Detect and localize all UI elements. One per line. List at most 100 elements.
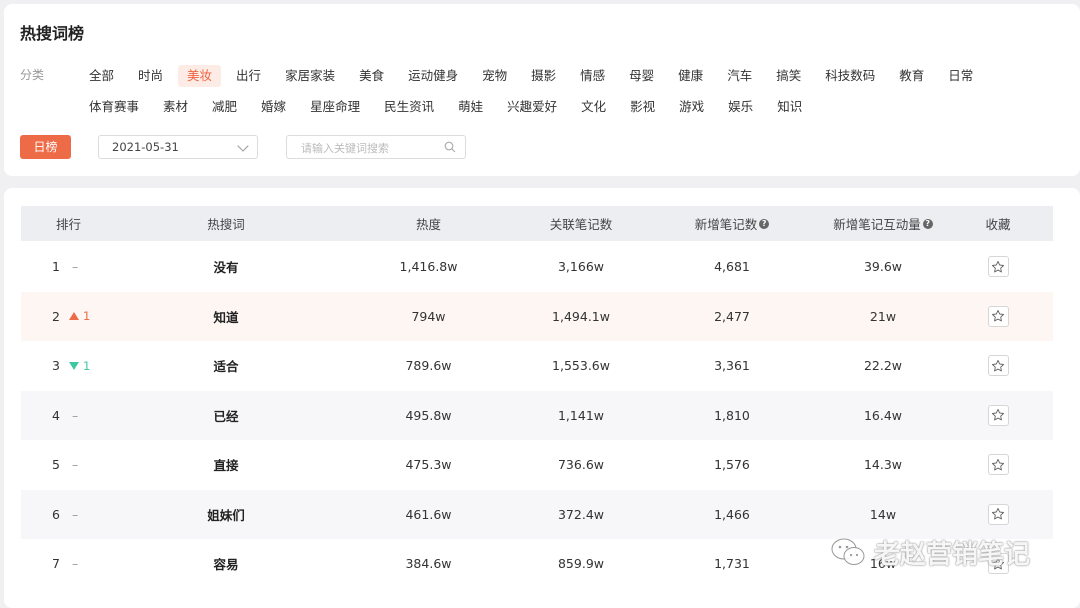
category-item[interactable]: 兴趣爱好 — [498, 96, 566, 118]
keyword-cell[interactable]: 容易 — [116, 554, 336, 573]
rank-cell: 31 — [21, 358, 116, 373]
rank-number: 4 — [52, 407, 60, 423]
rank-number: 7 — [52, 556, 60, 572]
category-item[interactable]: 宠物 — [473, 65, 516, 87]
category-item[interactable]: 科技数码 — [816, 65, 884, 87]
keyword-cell[interactable]: 知道 — [116, 307, 336, 326]
category-item[interactable]: 情感 — [571, 65, 614, 87]
category-item[interactable]: 汽车 — [718, 65, 761, 87]
keyword-cell[interactable]: 直接 — [116, 455, 336, 474]
star-icon — [991, 458, 1005, 471]
new-notes-cell: 3,361 — [714, 358, 750, 374]
category-item[interactable]: 健康 — [669, 65, 712, 87]
category-item[interactable]: 出行 — [227, 65, 270, 87]
category-item[interactable]: 萌娃 — [449, 96, 492, 118]
category-item[interactable]: 体育赛事 — [80, 96, 148, 118]
category-item[interactable]: 搞笑 — [767, 65, 810, 87]
interactions-cell: 14w — [869, 506, 897, 522]
interactions-cell: 21w — [869, 308, 897, 324]
new-notes-cell: 2,477 — [714, 308, 750, 324]
related-notes-cell: 1,553.6w — [552, 358, 610, 374]
category-label: 分类 — [20, 68, 45, 82]
category-item[interactable]: 美妆 — [178, 65, 222, 87]
category-item[interactable]: 减肥 — [203, 96, 246, 118]
header-heat: 热度 — [415, 217, 441, 232]
favorite-button[interactable] — [987, 256, 1009, 278]
header-new-notes: 新增笔记数 ? — [641, 214, 823, 233]
category-item[interactable]: 日常 — [939, 65, 982, 87]
keyword-cell[interactable]: 已经 — [116, 406, 336, 425]
help-icon[interactable]: ? — [759, 218, 770, 229]
rank-number: 5 — [52, 457, 60, 473]
rank-up-icon — [69, 312, 79, 321]
rank-unchanged-icon: – — [72, 556, 79, 572]
related-notes-cell: 3,166w — [557, 259, 604, 275]
heat-cell: 461.6w — [405, 506, 452, 522]
date-select[interactable]: 2021-05-31 — [98, 135, 258, 159]
category-item[interactable]: 星座命理 — [301, 96, 369, 118]
heat-cell: 789.6w — [405, 358, 452, 374]
help-icon[interactable]: ? — [922, 218, 933, 229]
header-keyword: 热搜词 — [207, 217, 245, 232]
category-item[interactable]: 知识 — [768, 96, 811, 118]
star-icon — [991, 359, 1005, 372]
category-item[interactable]: 全部 — [80, 65, 123, 87]
category-item[interactable]: 教育 — [890, 65, 933, 87]
watermark: 老赵营销笔记 — [830, 534, 1030, 570]
table-row: 4– 已经 495.8w 1,141w 1,810 16.4w — [21, 390, 1053, 440]
table-header: 排行 热搜词 热度 关联笔记数 新增笔记数 ? 新增笔记互动量 ? 收藏 — [21, 206, 1053, 241]
wechat-logo-icon — [831, 538, 865, 565]
heat-cell: 475.3w — [405, 457, 452, 473]
heat-cell: 1,416.8w — [399, 259, 458, 275]
header-new-interactions: 新增笔记互动量 ? — [823, 214, 943, 233]
rank-cell: 21 — [21, 309, 116, 324]
table-row: 1– 没有 1,416.8w 3,166w 4,681 39.6w — [21, 242, 1053, 292]
category-item[interactable]: 母婴 — [620, 65, 663, 87]
date-value: 2021-05-31 — [112, 140, 179, 154]
star-icon — [991, 508, 1005, 520]
favorite-button[interactable] — [987, 454, 1009, 476]
rank-unchanged-icon: – — [72, 407, 79, 423]
category-item[interactable]: 民生资讯 — [375, 96, 443, 118]
keyword-cell[interactable]: 没有 — [116, 257, 336, 276]
interactions-cell: 22.2w — [863, 358, 903, 374]
favorite-cell — [943, 305, 1053, 327]
category-item[interactable]: 美食 — [350, 65, 393, 87]
category-item[interactable]: 婚嫁 — [252, 96, 295, 118]
heat-cell: 384.6w — [405, 556, 452, 572]
table-row: 3 1 适合 789.6w 1,553.6w 3,361 22.2w — [21, 341, 1053, 391]
rank-number: 3 — [52, 358, 60, 374]
favorite-button[interactable] — [987, 503, 1009, 525]
category-item[interactable]: 运动健身 — [399, 65, 467, 87]
category-item[interactable]: 素材 — [154, 96, 197, 118]
category-item[interactable]: 游戏 — [670, 96, 713, 118]
rank-cell: 6– — [21, 507, 116, 522]
rank-unchanged-icon: – — [72, 259, 79, 275]
rank-number: 1 — [52, 259, 60, 275]
favorite-button[interactable] — [987, 355, 1009, 377]
category-item[interactable]: 摄影 — [522, 65, 565, 87]
category-item[interactable]: 影视 — [621, 96, 664, 118]
header-rank: 排行 — [55, 217, 81, 232]
new-notes-cell: 1,810 — [714, 407, 750, 423]
category-item[interactable]: 时尚 — [129, 65, 172, 87]
category-item[interactable]: 文化 — [572, 96, 615, 118]
favorite-button[interactable] — [987, 404, 1009, 426]
keyword-cell[interactable]: 适合 — [116, 356, 336, 375]
related-notes-cell: 1,494.1w — [552, 308, 610, 324]
rank-number: 6 — [52, 506, 60, 522]
search-icon[interactable] — [444, 141, 456, 153]
related-notes-cell: 859.9w — [557, 556, 604, 572]
chevron-down-icon — [237, 140, 249, 152]
daily-rank-button[interactable]: 日榜 — [20, 135, 71, 159]
rank-cell: 1– — [21, 259, 116, 274]
favorite-button[interactable] — [987, 305, 1009, 327]
keyword-cell[interactable]: 姐妹们 — [116, 505, 336, 524]
category-item[interactable]: 家居家装 — [276, 65, 344, 87]
header-favorite: 收藏 — [985, 217, 1011, 232]
rank-unchanged-icon: – — [72, 457, 79, 473]
related-notes-cell: 736.6w — [557, 457, 604, 473]
search-input[interactable] — [287, 136, 443, 160]
heat-cell: 495.8w — [405, 407, 452, 423]
category-item[interactable]: 娱乐 — [719, 96, 762, 118]
